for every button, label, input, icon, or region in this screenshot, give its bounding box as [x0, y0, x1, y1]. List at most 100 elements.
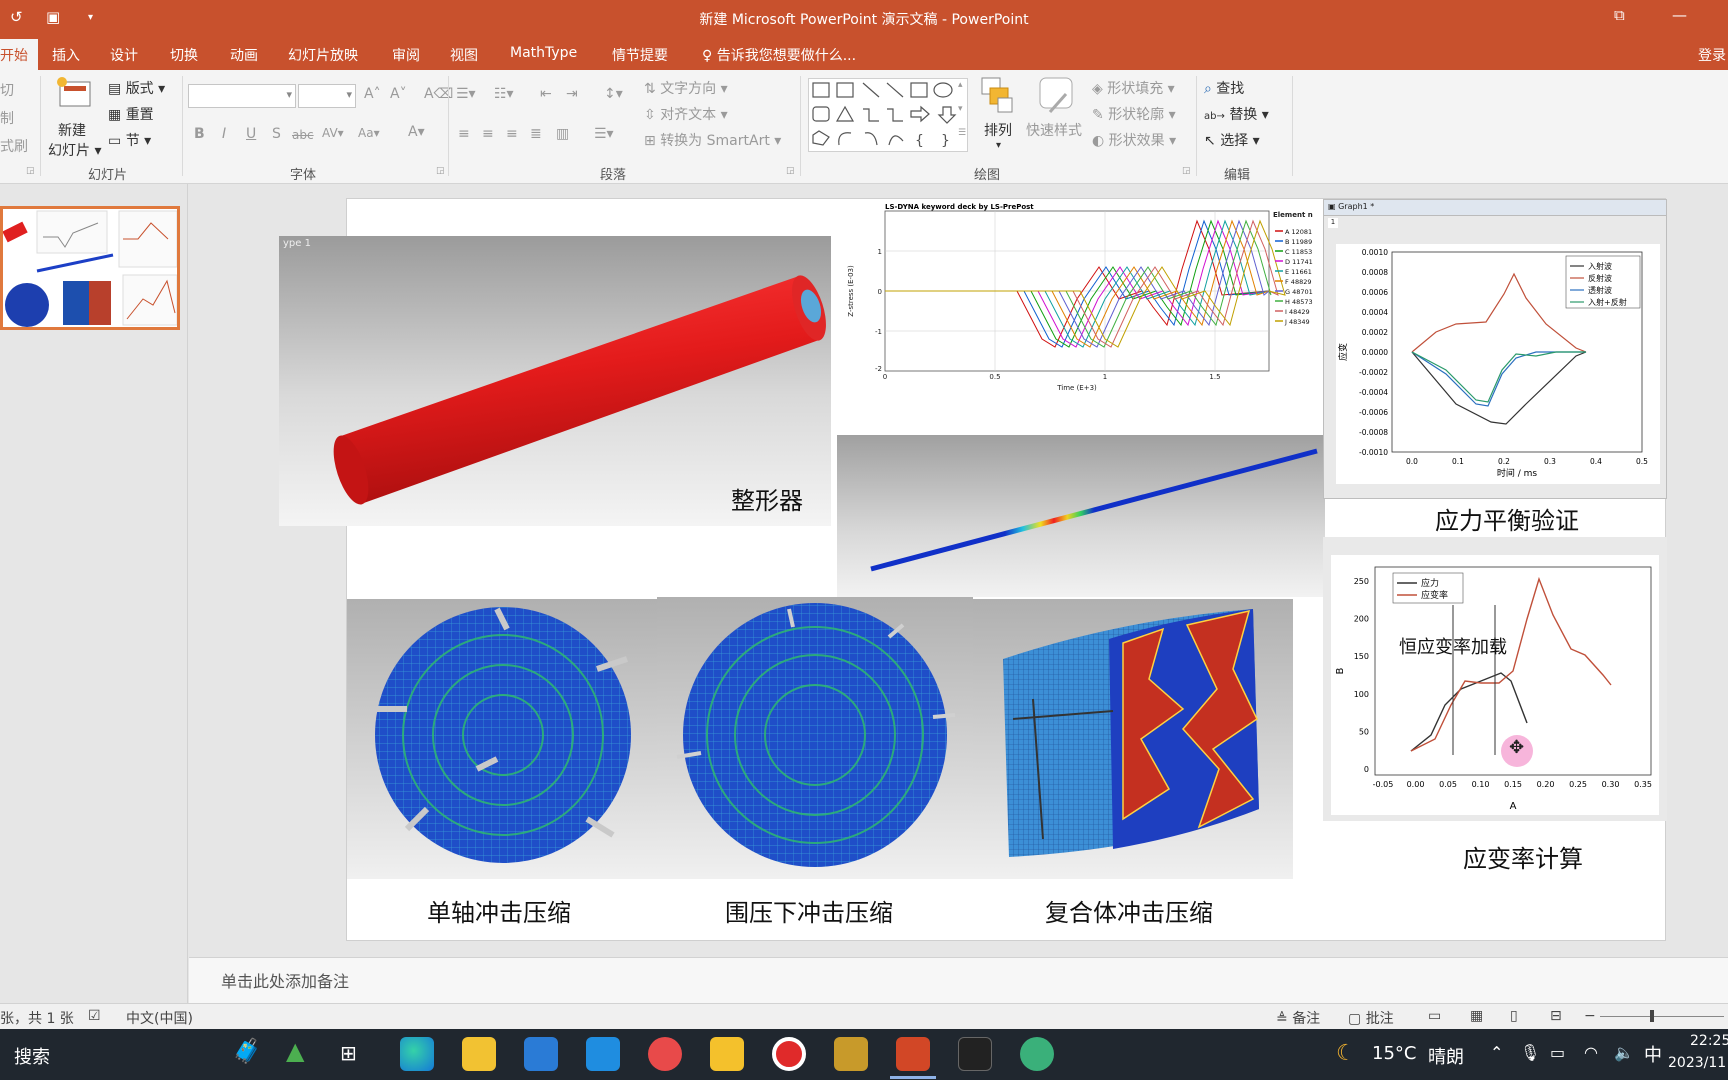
- netease-music-icon[interactable]: [648, 1037, 682, 1071]
- italic-icon[interactable]: I: [222, 126, 226, 142]
- tell-me-search[interactable]: ♀ 告诉我您想要做什么...: [702, 45, 856, 65]
- align-left-icon[interactable]: ≡: [458, 126, 470, 142]
- shapes-more-icon[interactable]: ☰: [958, 128, 966, 138]
- weather-text[interactable]: 晴朗: [1428, 1043, 1464, 1069]
- align-text-button[interactable]: ⇳ 对齐文本 ▾: [644, 104, 728, 124]
- new-slide-label-2[interactable]: 幻灯片 ▾: [48, 140, 101, 160]
- decrease-font-icon[interactable]: A˅: [390, 86, 407, 102]
- taskbar-search[interactable]: 搜索: [14, 1043, 50, 1069]
- numbering-icon[interactable]: ☷▾: [494, 86, 514, 102]
- align-right-icon[interactable]: ≡: [506, 126, 518, 142]
- temperature[interactable]: 15°C: [1372, 1043, 1416, 1064]
- tab-insert[interactable]: 插入: [52, 45, 80, 65]
- increase-font-icon[interactable]: A˄: [364, 86, 381, 102]
- mail-icon[interactable]: [586, 1037, 620, 1071]
- comments-toggle[interactable]: ▢ 批注: [1348, 1008, 1394, 1028]
- wifi-icon[interactable]: ◠: [1584, 1043, 1598, 1062]
- wechat-like-icon[interactable]: [1020, 1037, 1054, 1071]
- shape-fill-button[interactable]: ◈ 形状填充 ▾: [1092, 78, 1175, 98]
- font-color-icon[interactable]: A▾: [408, 124, 425, 140]
- powerpoint-taskbar-icon[interactable]: [896, 1037, 930, 1071]
- arrange-dropdown-icon[interactable]: ▾: [996, 140, 1001, 151]
- shadow-icon[interactable]: S: [272, 126, 281, 142]
- slideshow-view-icon[interactable]: ⊟: [1550, 1008, 1562, 1024]
- file-explorer-icon[interactable]: [462, 1037, 496, 1071]
- smartart-button[interactable]: ⊞ 转换为 SmartArt ▾: [644, 130, 781, 150]
- paragraph-borders-icon[interactable]: ☰▾: [594, 126, 614, 142]
- bullets-icon[interactable]: ☰▾: [456, 86, 476, 102]
- minimize-icon[interactable]: —: [1672, 6, 1687, 24]
- text-direction-button[interactable]: ⇅ 文字方向 ▾: [644, 78, 728, 98]
- slide-canvas[interactable]: ype 1 整形器 LS-DYNA keyword deck by LS-Pre…: [279, 198, 1667, 941]
- microphone-icon[interactable]: 🎙: [1520, 1043, 1540, 1062]
- char-spacing-icon[interactable]: AV▾: [322, 126, 344, 140]
- increase-indent-icon[interactable]: ⇥: [566, 86, 578, 102]
- tab-mathtype[interactable]: MathType: [510, 45, 577, 61]
- find-button[interactable]: ⌕ 查找: [1204, 78, 1244, 98]
- shapes-gallery[interactable]: { }: [808, 78, 968, 152]
- shape-effects-button[interactable]: ◐ 形状效果 ▾: [1092, 130, 1176, 150]
- bold-icon[interactable]: B: [194, 126, 205, 142]
- ls-prepost-icon[interactable]: [958, 1037, 992, 1071]
- format-painter-button[interactable]: 式刷: [0, 136, 28, 156]
- section-button[interactable]: ▭ 节 ▾: [108, 130, 151, 150]
- edge-browser-icon[interactable]: [400, 1037, 434, 1071]
- tab-slideshow[interactable]: 幻灯片放映: [288, 45, 358, 65]
- font-launcher-icon[interactable]: ◲: [436, 166, 445, 176]
- justify-icon[interactable]: ≣: [530, 126, 542, 142]
- tab-view[interactable]: 视图: [450, 45, 478, 65]
- clock-date[interactable]: 2023/11: [1668, 1055, 1726, 1071]
- tab-transitions[interactable]: 切换: [170, 45, 198, 65]
- cut-button[interactable]: 切: [0, 80, 14, 100]
- underline-icon[interactable]: U: [246, 126, 256, 142]
- strikethrough-icon[interactable]: abc: [292, 128, 314, 142]
- ribbon-display-options-icon[interactable]: ⧉: [1614, 6, 1625, 24]
- paragraph-launcher-icon[interactable]: ◲: [786, 166, 795, 176]
- zoom-out-icon[interactable]: −: [1584, 1008, 1596, 1024]
- select-button[interactable]: ↖ 选择 ▾: [1204, 130, 1260, 150]
- change-case-icon[interactable]: Aa▾: [358, 126, 380, 140]
- zoom-slider-thumb[interactable]: [1650, 1010, 1654, 1022]
- decrease-indent-icon[interactable]: ⇤: [540, 86, 552, 102]
- slide-sorter-icon[interactable]: ▦: [1470, 1008, 1483, 1024]
- tab-animations[interactable]: 动画: [230, 45, 258, 65]
- font-name-combo[interactable]: [188, 84, 296, 108]
- ultraedit-icon[interactable]: [834, 1037, 868, 1071]
- battery-icon[interactable]: ▭: [1550, 1043, 1565, 1062]
- tab-home[interactable]: 开始: [0, 39, 38, 70]
- shapes-scroll-up-icon[interactable]: ▴: [958, 80, 963, 90]
- ms-store-icon[interactable]: [524, 1037, 558, 1071]
- tab-design[interactable]: 设计: [110, 45, 138, 65]
- autocad-icon[interactable]: [710, 1037, 744, 1071]
- replace-button[interactable]: ab→ 替换 ▾: [1204, 104, 1269, 124]
- new-slide-button[interactable]: [56, 76, 96, 112]
- task-view-icon[interactable]: ⊞: [340, 1041, 357, 1065]
- reset-button[interactable]: ▦ 重置: [108, 104, 154, 124]
- recorder-icon[interactable]: [772, 1037, 806, 1071]
- zoom-slider-track[interactable]: [1600, 1016, 1724, 1017]
- drawing-launcher-icon[interactable]: ◲: [1182, 166, 1191, 176]
- copy-button[interactable]: 制: [0, 108, 14, 128]
- columns-icon[interactable]: ▥: [556, 126, 569, 142]
- shapes-scroll-down-icon[interactable]: ▾: [958, 104, 963, 114]
- notes-toggle[interactable]: ≜ 备注: [1276, 1008, 1320, 1028]
- clock-time[interactable]: 22:25: [1690, 1033, 1728, 1049]
- tab-storyboard[interactable]: 情节提要: [612, 45, 668, 65]
- font-size-combo[interactable]: [298, 84, 356, 108]
- tab-review[interactable]: 审阅: [392, 45, 420, 65]
- volume-icon[interactable]: 🔈: [1614, 1043, 1634, 1062]
- sign-in-link[interactable]: 登录: [1698, 45, 1726, 65]
- clipboard-launcher-icon[interactable]: ◲: [26, 166, 35, 176]
- shape-outline-button[interactable]: ✎ 形状轮廓 ▾: [1092, 104, 1176, 124]
- language-indicator[interactable]: 中文(中国): [126, 1008, 193, 1028]
- layout-button[interactable]: ▤ 版式 ▾: [108, 78, 165, 98]
- show-hidden-icons[interactable]: ⌃: [1490, 1043, 1503, 1062]
- spell-check-icon[interactable]: ☑: [88, 1008, 101, 1024]
- line-spacing-icon[interactable]: ↕▾: [604, 86, 623, 102]
- normal-view-icon[interactable]: ▭: [1428, 1008, 1441, 1024]
- reading-view-icon[interactable]: ▯: [1510, 1008, 1518, 1024]
- arrange-button[interactable]: [980, 76, 1016, 116]
- slide-thumbnail-1[interactable]: [0, 206, 180, 330]
- notes-pane[interactable]: 单击此处添加备注: [189, 957, 1728, 1003]
- align-center-icon[interactable]: ≡: [482, 126, 494, 142]
